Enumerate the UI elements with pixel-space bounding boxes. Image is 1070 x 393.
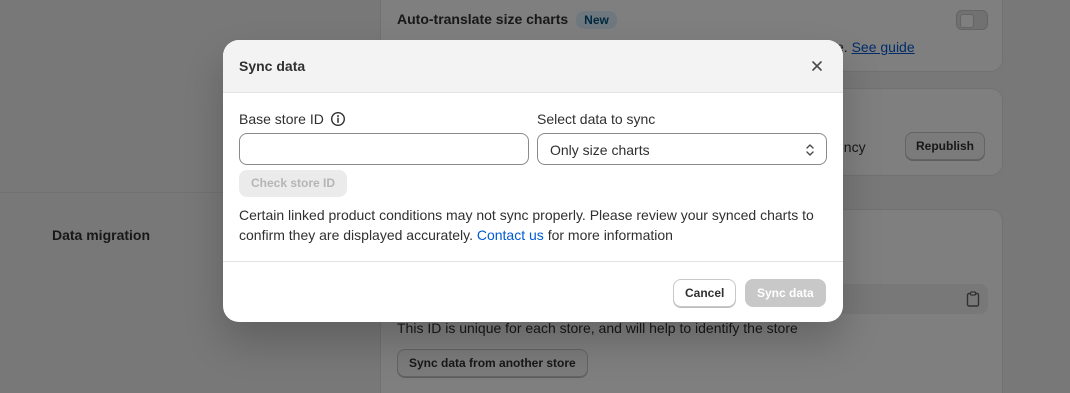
sync-data-select[interactable]: Only size charts xyxy=(537,133,827,165)
modal-footer: Cancel Sync data xyxy=(223,261,843,322)
cancel-button[interactable]: Cancel xyxy=(673,279,737,307)
sync-notice: Certain linked product conditions may no… xyxy=(239,205,834,245)
info-icon[interactable] xyxy=(330,111,346,127)
select-data-label: Select data to sync xyxy=(537,111,656,127)
base-store-label: Base store ID xyxy=(239,111,346,127)
sync-data-modal: Sync data Base store ID Select data to s… xyxy=(223,40,843,322)
close-icon xyxy=(812,61,822,71)
check-store-id-button[interactable]: Check store ID xyxy=(239,170,348,197)
base-store-label-text: Base store ID xyxy=(239,111,324,127)
notice-tail: for more information xyxy=(547,227,673,243)
base-store-id-input[interactable] xyxy=(239,133,529,165)
sync-data-button[interactable]: Sync data xyxy=(745,279,826,307)
modal-title: Sync data xyxy=(239,58,306,74)
modal-header: Sync data xyxy=(223,40,843,93)
select-value: Only size charts xyxy=(550,142,650,158)
close-button[interactable] xyxy=(807,56,827,76)
select-chevrons-icon xyxy=(806,144,814,156)
contact-us-link[interactable]: Contact us xyxy=(477,227,544,243)
